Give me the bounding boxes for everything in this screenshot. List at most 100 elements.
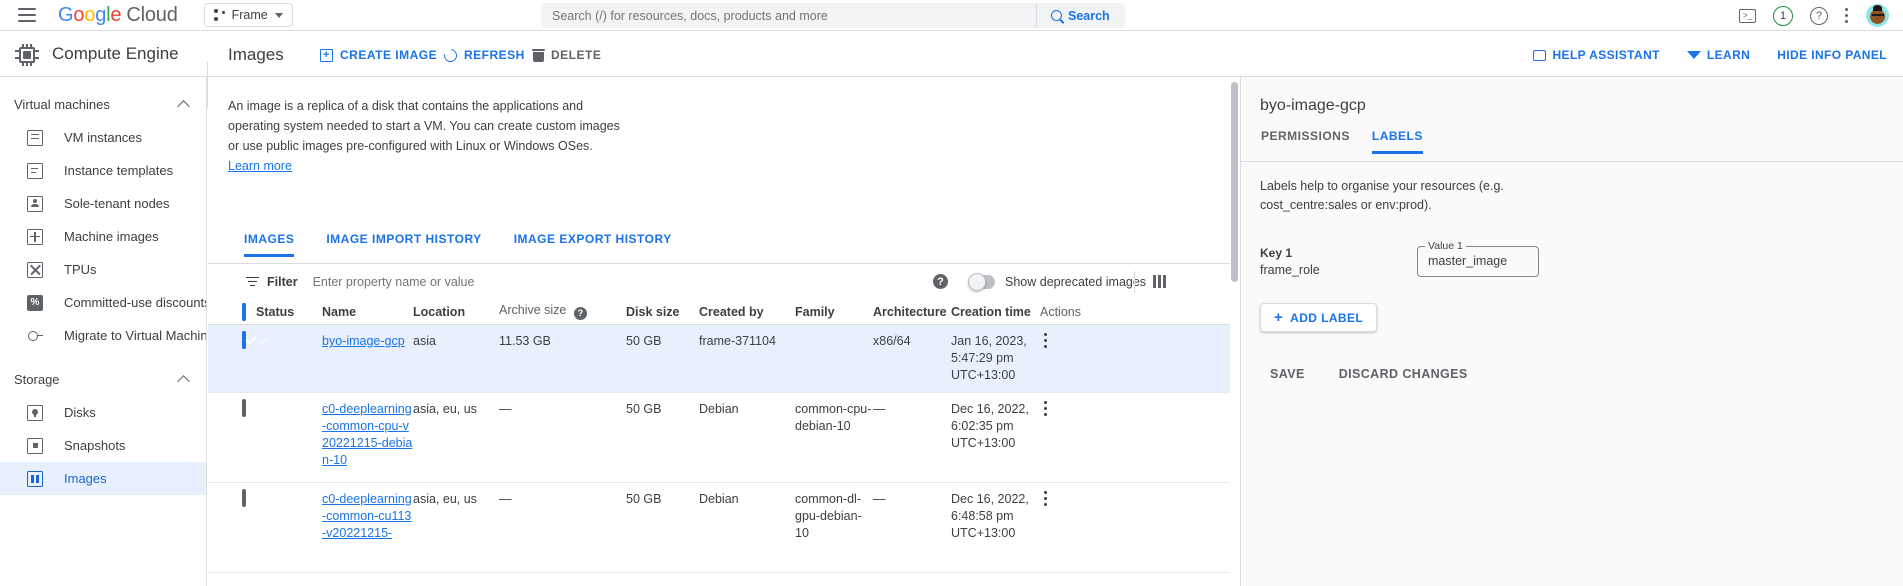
select-all-checkbox[interactable] [242,302,246,321]
global-search: Search [541,3,1125,28]
row-more-actions-icon[interactable] [1044,333,1120,349]
row-architecture: x86/64 [873,334,911,348]
sidebar-section-virtual-machines[interactable]: Virtual machines [0,88,206,121]
table-row[interactable]: c0-deeplearning-common-cpu-v20221215-deb… [208,393,1239,483]
tab-images[interactable]: IMAGES [228,232,310,257]
learn-more-link[interactable]: Learn more [228,159,292,173]
column-header-creation-time[interactable]: Creation time [951,305,1040,319]
column-header-disk-size[interactable]: Disk size [626,305,699,319]
row-created-by: frame-371104 [699,334,776,348]
row-status [256,491,322,572]
show-deprecated-toggle[interactable] [968,272,995,291]
sidebar-item-migrate-to-virtual-machines[interactable]: Migrate to Virtual Machin... [0,319,206,352]
main-scrollbar[interactable] [1230,77,1239,586]
filter-icon[interactable] [246,276,259,287]
row-checkbox[interactable] [242,331,246,349]
row-family: common-cpu-debian-10 [795,402,872,433]
sidebar-item-label: Committed-use discounts [64,295,206,310]
search-input[interactable] [541,3,1036,28]
filter-input[interactable] [310,273,641,290]
sidebar-item-tpus[interactable]: TPUs [0,253,206,286]
column-header-status[interactable]: Status [256,305,322,319]
row-name: c0-deeplearning-common-cpu-v20221215-deb… [322,401,413,482]
value-caption: Value 1 [1425,240,1466,252]
hamburger-menu-icon[interactable] [18,8,36,22]
sidebar-item-label: Sole-tenant nodes [64,196,170,211]
more-vertical-icon[interactable] [1845,8,1849,23]
avatar[interactable] [1866,4,1889,27]
sidebar-item-label: Instance templates [64,163,174,178]
google-cloud-logo[interactable]: Google Cloud [58,4,178,27]
row-created-by: Debian [699,492,739,506]
sidebar-item-label: TPUs [64,262,97,277]
row-location: asia [413,334,436,348]
instance-template-icon [27,162,43,179]
column-header-location[interactable]: Location [413,305,499,319]
sidebar-item-images[interactable]: Images [0,462,206,495]
filter-bar: Filter ? Show deprecated images [208,264,1239,299]
info-panel-title: byo-image-gcp [1260,97,1366,114]
page-title: Images [228,45,284,64]
row-more-actions-icon[interactable] [1044,491,1120,507]
notification-badge[interactable]: 1 [1773,5,1793,26]
column-header-family[interactable]: Family [795,305,873,319]
help-icon[interactable]: ? [1810,6,1828,25]
row-more-actions-icon[interactable] [1044,401,1120,417]
column-header-architecture[interactable]: Architecture [873,305,951,319]
sidebar-item-machine-images[interactable]: Machine images [0,220,206,253]
plus-icon: + [1274,309,1284,326]
project-selector[interactable]: Frame [203,3,293,27]
sidebar-item-disks[interactable]: Disks [0,396,206,429]
help-circle-icon[interactable]: ? [933,274,948,289]
table-row[interactable]: c0-deeplearning-common-cu113-v20221215- … [208,483,1239,573]
column-header-archive-size[interactable]: Archive size ? [499,303,626,320]
table-row[interactable]: byo-image-gcp asia 11.53 GB 50 GB frame-… [208,325,1239,393]
image-name-link[interactable]: c0-deeplearning-common-cu113-v20221215- [322,492,412,540]
show-deprecated-label: Show deprecated images [1005,274,1147,289]
row-disk-size: 50 GB [626,492,662,506]
row-checkbox[interactable] [242,399,246,417]
sidebar-item-committed-use-discounts[interactable]: % Committed-use discounts [0,286,206,319]
add-label-button[interactable]: + ADD LABEL [1260,303,1378,332]
column-header-name[interactable]: Name [322,305,413,319]
label-row: Key 1 frame_role Value 1 [1260,240,1885,277]
sidebar-item-vm-instances[interactable]: VM instances [0,121,206,154]
compute-engine-images-page: GoogleCloud Frame Search >_ 1 ? [0,0,1903,586]
refresh-button[interactable]: REFRESH [441,45,525,65]
sidebar-item-snapshots[interactable]: Snapshots [0,429,206,462]
images-main-content: An image is a replica of a disk that con… [208,77,1239,586]
archive-size-help-icon[interactable]: ? [573,306,587,320]
labels-help-text: Labels help to organise your resources (… [1260,179,1504,212]
sidebar-section-storage[interactable]: Storage [0,363,206,396]
tab-permissions[interactable]: PERMISSIONS [1250,129,1361,154]
sidebar-item-instance-templates[interactable]: Instance templates [0,154,206,187]
discard-changes-button[interactable]: DISCARD CHANGES [1329,361,1478,387]
search-icon [1051,10,1062,21]
learn-button[interactable]: LEARN [1686,48,1750,62]
help-assistant-button[interactable]: HELP ASSISTANT [1533,48,1659,62]
scrollbar-thumb[interactable] [1231,82,1238,282]
page-description: An image is a replica of a disk that con… [228,96,628,176]
column-header-created-by[interactable]: Created by [699,305,795,319]
header-right-actions: HELP ASSISTANT LEARN HIDE INFO PANEL [1533,48,1887,62]
column-header-actions: Actions [1040,304,1081,319]
tab-labels[interactable]: LABELS [1361,129,1434,154]
image-name-link[interactable]: c0-deeplearning-common-cpu-v20221215-deb… [322,402,412,467]
save-button[interactable]: SAVE [1260,361,1315,387]
row-checkbox-cell [208,399,256,482]
create-image-button[interactable]: + CREATE IMAGE [320,48,437,62]
hide-info-panel-button[interactable]: HIDE INFO PANEL [1777,48,1887,62]
image-name-link[interactable]: byo-image-gcp [322,334,405,348]
product-title: Compute Engine [52,44,179,63]
machine-image-icon [27,228,43,245]
column-display-options-icon[interactable] [1153,275,1166,288]
tab-image-import-history[interactable]: IMAGE IMPORT HISTORY [310,232,497,257]
delete-button[interactable]: DELETE [532,48,601,62]
label-value-field[interactable]: Value 1 [1417,240,1539,277]
search-button[interactable]: Search [1036,3,1125,28]
sidebar-item-sole-tenant-nodes[interactable]: Sole-tenant nodes [0,187,206,220]
row-checkbox[interactable] [242,489,246,507]
cloud-shell-icon[interactable]: >_ [1739,8,1756,23]
tab-image-export-history[interactable]: IMAGE EXPORT HISTORY [498,232,688,257]
value-input[interactable] [1426,253,1526,269]
